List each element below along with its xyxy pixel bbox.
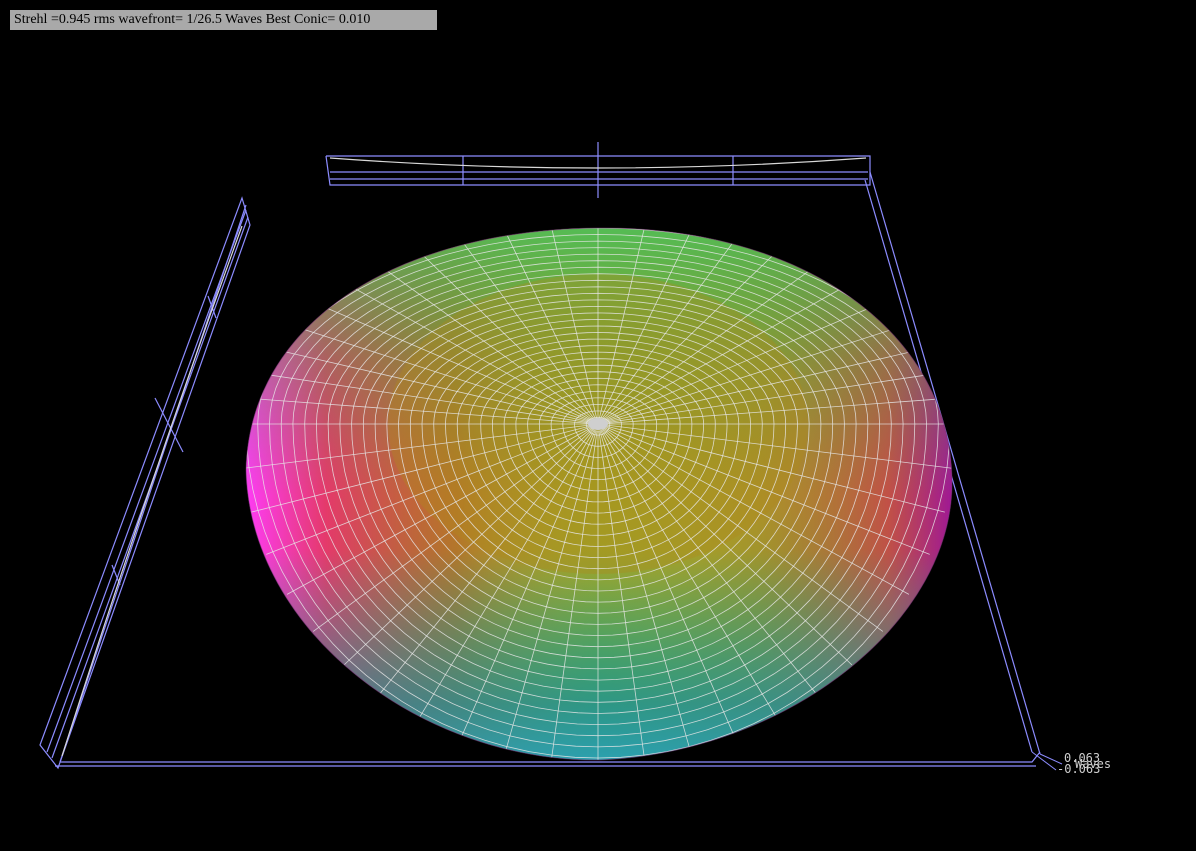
- wavefront-3d-view[interactable]: 0.063 Waves -0.063: [0, 0, 1196, 851]
- scale-legend: 0.063 Waves -0.063: [1031, 751, 1111, 776]
- mesh-center-hub: [588, 418, 608, 430]
- left-wall-profile: [39, 196, 251, 770]
- scale-lower-value: -0.063: [1057, 762, 1100, 776]
- back-wall-profile: [325, 142, 871, 198]
- wavefront-surface: [245, 227, 953, 761]
